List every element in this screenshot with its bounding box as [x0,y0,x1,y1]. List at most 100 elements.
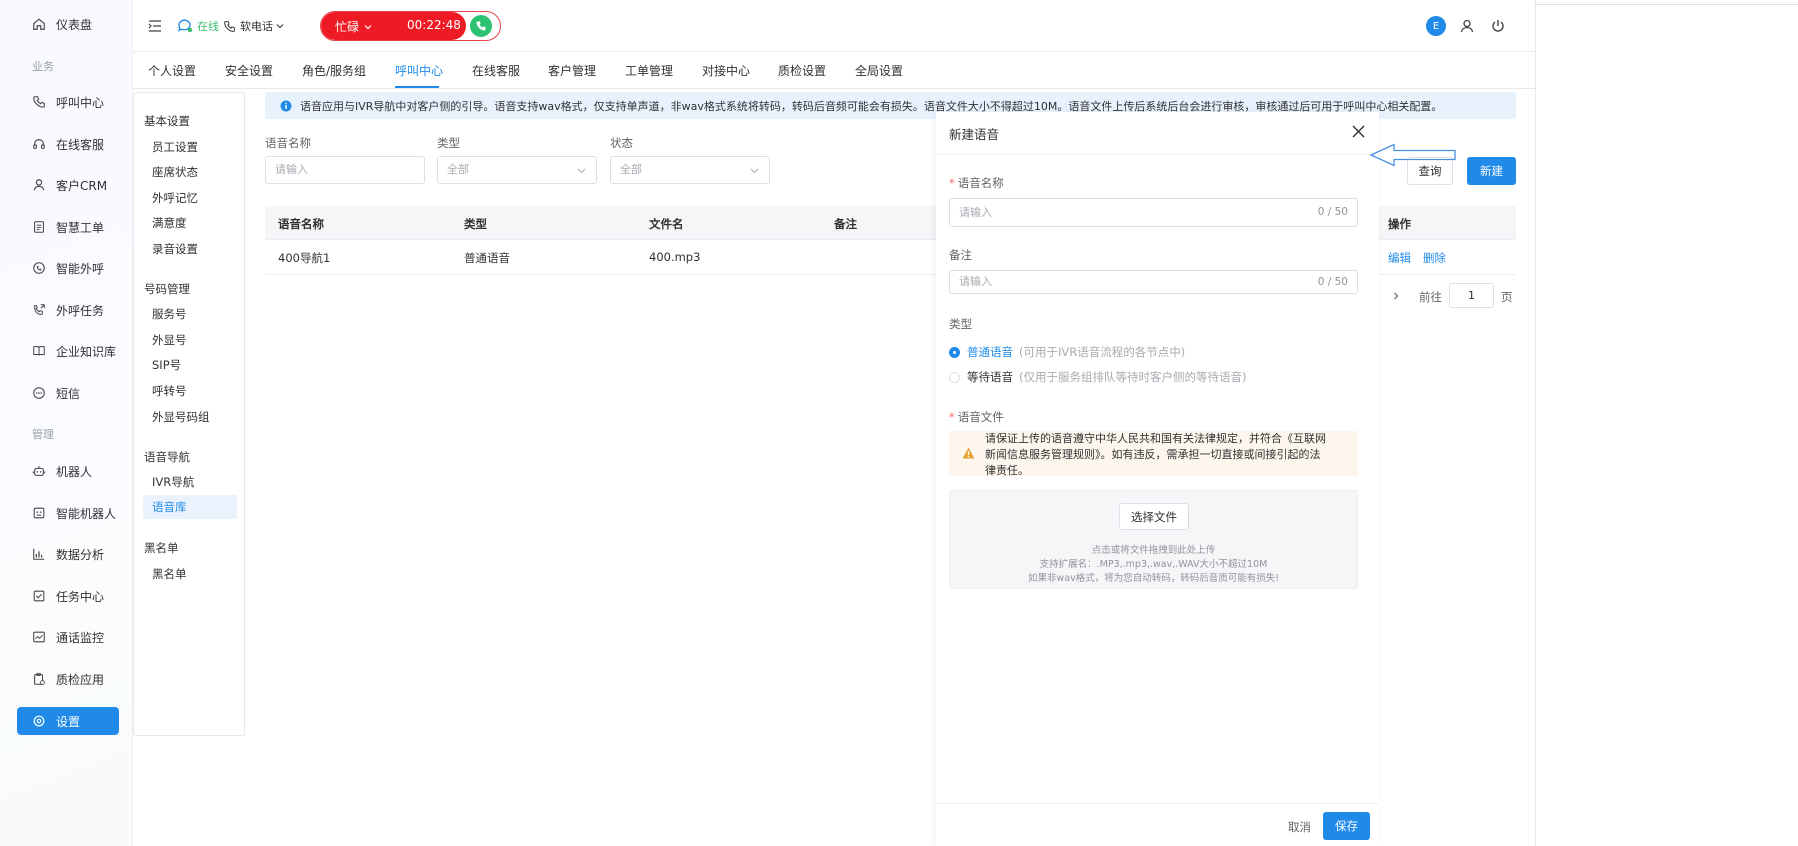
phone-icon [32,95,46,109]
legal-warning-line2: 新闻信息服务管理规则》。如有违反，需承担一切直接或间接引起的法 [985,448,1321,461]
radio-normal-voice[interactable]: 普通语音 (可用于IVR语音流程的各节点中) [949,344,1185,360]
phone-mode-dropdown[interactable]: 软电话 [223,18,284,34]
sidebar-item-analytics[interactable]: 数据分析 [17,540,119,568]
tab-security[interactable]: 安全设置 [225,62,273,79]
sidebar-item-call-center[interactable]: 呼叫中心 [17,88,119,116]
remark-counter: 0 / 50 [1317,276,1348,288]
save-button[interactable]: 保存 [1323,812,1370,840]
filter-name-input[interactable]: 请输入 [265,156,425,184]
tab-roles[interactable]: 角色/服务组 [302,62,366,79]
sidebar-item-call-monitor[interactable]: 通话监控 [17,623,119,651]
sidebar-item-label: 仪表盘 [56,17,93,32]
whatsapp-icon [32,261,46,275]
new-voice-button[interactable]: 新建 [1467,157,1516,185]
sidebar-item-smart-outbound[interactable]: 智能外呼 [17,254,119,282]
pager-page-input[interactable]: 1 [1449,283,1494,308]
radio-dot [949,346,960,358]
annotation-arrow-icon [1370,143,1456,167]
tab-ticket[interactable]: 工单管理 [625,62,673,79]
column-header-actions: 操作 [1388,217,1411,231]
sidebar-item-label: 通话监控 [56,630,105,645]
choose-file-button[interactable]: 选择文件 [1119,503,1189,530]
online-status[interactable]: 在线 [177,18,219,34]
subnav-item-display-number[interactable]: 外显号 [152,332,187,348]
remark-textarea[interactable]: 请输入 0 / 50 [949,270,1358,294]
avatar[interactable]: E [1426,16,1446,36]
remark-placeholder: 请输入 [959,275,992,288]
tab-personal[interactable]: 个人设置 [148,62,196,79]
required-mark: * [949,410,955,424]
filter-status-select[interactable]: 全部 [610,156,770,184]
sidebar-item-qa-app[interactable]: 质检应用 [17,665,119,693]
gear-icon [32,714,46,728]
sidebar-item-label: 数据分析 [56,547,105,562]
edit-link[interactable]: 编辑 [1388,250,1411,266]
subnav-item-recording[interactable]: 录音设置 [152,241,198,257]
filter-name-label: 语音名称 [265,136,311,150]
tab-global[interactable]: 全局设置 [855,62,903,79]
voice-name-placeholder: 请输入 [959,206,992,219]
upload-dropzone[interactable]: 选择文件 点击或将文件拖拽到此处上传 支持扩展名：.MP3,.mp3,.wav,… [949,490,1358,589]
tab-online-service[interactable]: 在线客服 [472,62,520,79]
voice-name-input[interactable]: 请输入 0 / 50 [949,198,1358,227]
subnav-item-ivr[interactable]: IVR导航 [152,474,194,490]
sidebar-item-label: 短信 [56,386,81,401]
subnav-item-blacklist[interactable]: 黑名单 [152,566,187,582]
sidebar-group-business: 业务 [32,60,54,73]
subnav-item-satisfaction[interactable]: 满意度 [152,215,187,231]
phone-icon [476,21,486,31]
sidebar-item-robot[interactable]: 机器人 [17,457,119,485]
window-edge-top-line [1535,4,1798,5]
sidebar-item-label: 机器人 [56,464,93,479]
subnav-item-service-number[interactable]: 服务号 [152,306,187,322]
subnav-item-forward-number[interactable]: 呼转号 [152,383,187,399]
subnav-group-basic: 基本设置 [144,114,190,128]
robot-icon [32,464,46,478]
tab-call-center[interactable]: 呼叫中心 [395,62,443,79]
required-mark: * [949,176,955,190]
menu-fold-icon[interactable] [148,19,162,33]
sidebar-item-label: 外呼任务 [56,303,105,318]
call-status-dropdown[interactable]: 忙碌 [335,18,372,35]
sidebar-item-outbound-task[interactable]: 外呼任务 [17,296,119,324]
tab-integration[interactable]: 对接中心 [702,62,750,79]
subnav-item-display-group[interactable]: 外显号码组 [152,409,210,425]
window-edge-line [1535,0,1536,846]
legal-warning-line3: 律责任。 [985,464,1029,477]
sidebar-group-manage: 管理 [32,428,54,441]
sidebar-item-knowledge[interactable]: 企业知识库 [17,337,119,365]
info-icon [280,100,292,111]
sidebar-item-settings[interactable]: 设置 [17,707,119,735]
radio-wait-desc: (仅用于服务组排队等待时客户侧的等待语音) [1019,370,1247,384]
subnav-item-seat-status[interactable]: 座席状态 [152,164,198,180]
sidebar-item-sms[interactable]: 短信 [17,379,119,407]
subnav-item-sip-number[interactable]: SIP号 [152,357,181,373]
subnav-item-outbound-memory[interactable]: 外呼记忆 [152,190,198,206]
cancel-button[interactable]: 取消 [1288,819,1311,835]
radio-wait-voice[interactable]: 等待语音 (仅用于服务组排队等待时客户侧的等待语音) [949,369,1246,385]
sidebar-item-dashboard[interactable]: 仪表盘 [17,10,119,38]
tab-qa[interactable]: 质检设置 [778,62,826,79]
sidebar-item-smart-robot[interactable]: 智能机器人 [17,499,119,527]
answer-call-button[interactable] [470,15,492,37]
power-icon[interactable] [1490,18,1506,34]
clipboard-icon [32,672,46,686]
sidebar-item-crm[interactable]: 客户CRM [17,171,119,199]
sidebar-item-label: 智能机器人 [56,506,117,521]
radio-normal-label: 普通语音 [967,345,1013,359]
tab-customer[interactable]: 客户管理 [548,62,596,79]
sidebar-item-online-service[interactable]: 在线客服 [17,130,119,158]
chevron-down-icon [577,168,586,174]
call-status-pill: 忙碌 00:22:48 [320,11,501,41]
subnav-item-staff[interactable]: 员工设置 [152,139,198,155]
delete-link[interactable]: 删除 [1423,250,1446,266]
close-icon[interactable] [1352,125,1365,138]
sidebar-item-task-center[interactable]: 任务中心 [17,582,119,610]
sidebar-item-ticket[interactable]: 智慧工单 [17,213,119,241]
pager-next-button[interactable] [1386,284,1406,308]
voice-file-label: * 语音文件 [949,409,1004,425]
user-icon[interactable] [1459,18,1475,34]
subnav-item-voice-library[interactable]: 语音库 [143,495,237,519]
filter-type-select[interactable]: 全部 [437,156,597,184]
subnav-group-numbers: 号码管理 [144,282,190,296]
